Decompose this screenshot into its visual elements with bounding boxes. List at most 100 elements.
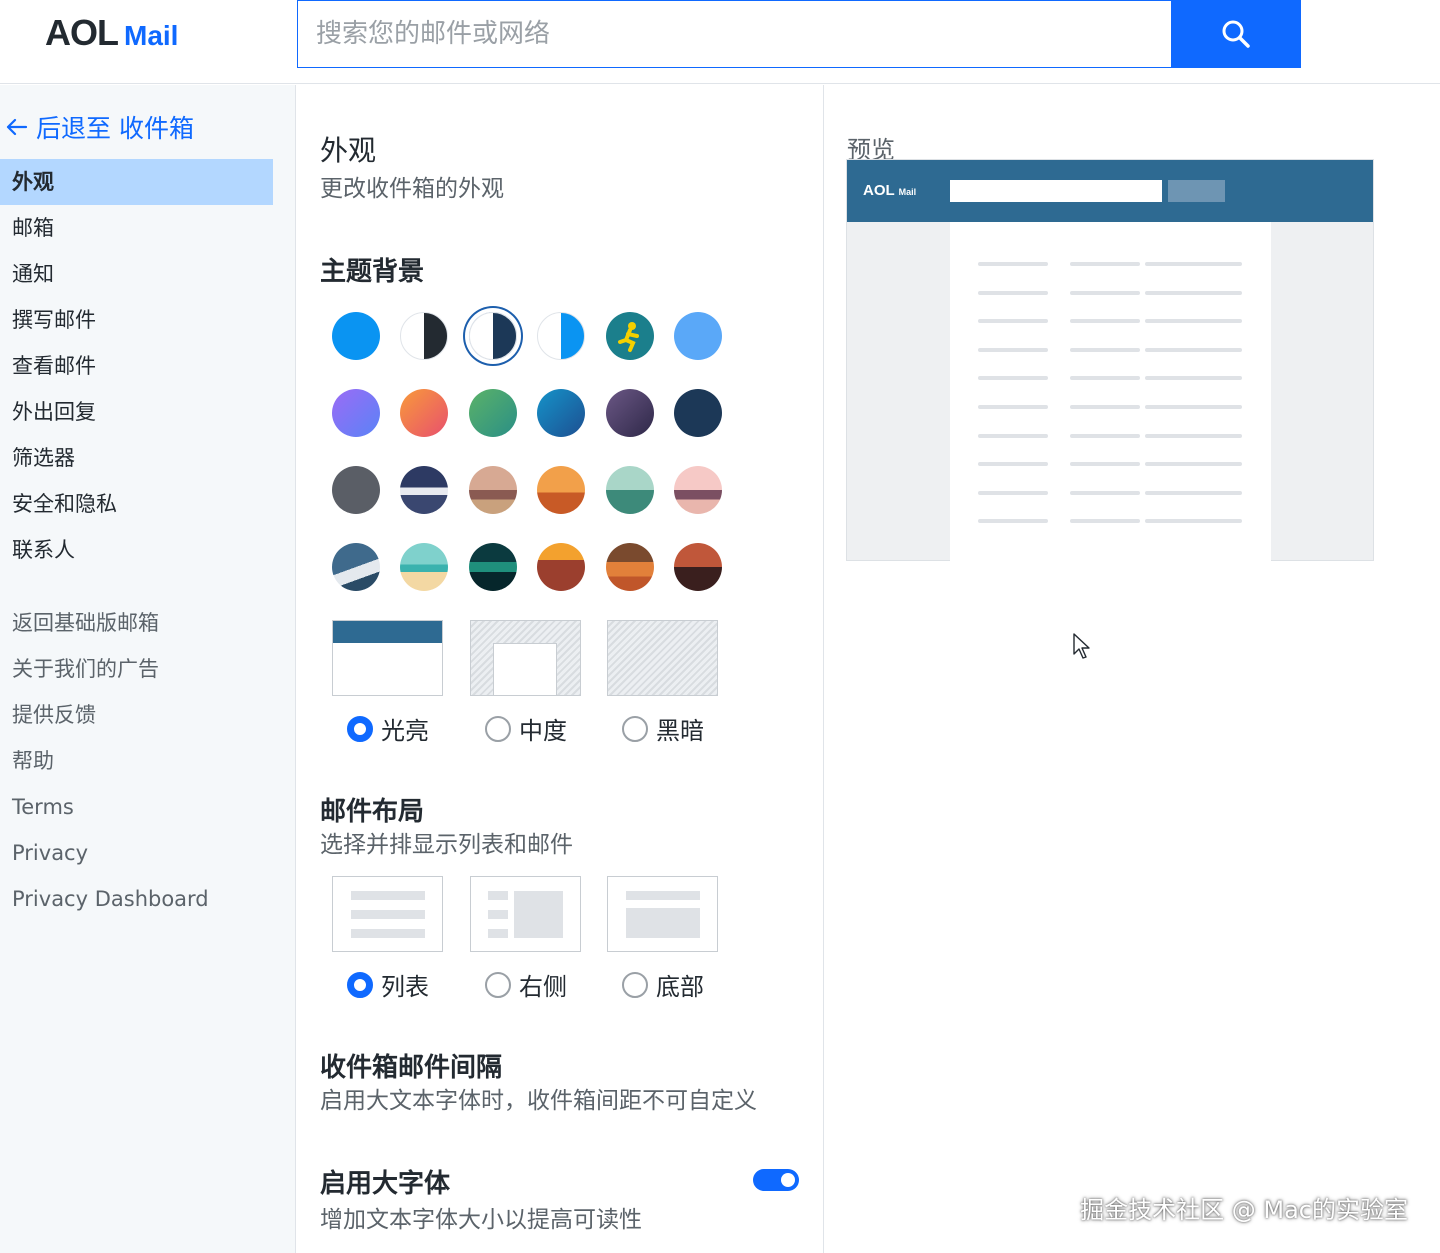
back-link-label: 后退至 收件箱 [36, 114, 194, 143]
preview-placeholder-line [978, 262, 1048, 266]
feedback-link[interactable]: 提供反馈 [0, 692, 273, 738]
layout-right-radio[interactable]: 右侧 [485, 967, 567, 1002]
theme-swatch-kangaroo[interactable] [537, 466, 585, 514]
aol-mail-logo[interactable]: AOL Mail [45, 12, 178, 54]
theme-swatch-blue[interactable] [332, 312, 380, 360]
search-button[interactable] [1171, 0, 1301, 68]
top-header: AOL Mail [0, 0, 1440, 84]
theme-swatch-cactus[interactable] [606, 543, 654, 591]
preview-placeholder-line [1145, 519, 1242, 524]
layout-right-thumbnail[interactable] [470, 876, 581, 952]
back-to-inbox-link[interactable]: 后退至 收件箱 [6, 109, 194, 145]
theme-swatch-moon-sunset[interactable] [537, 543, 585, 591]
layout-list-radio[interactable]: 列表 [347, 967, 429, 1002]
sidebar-item-notifications[interactable]: 通知 [0, 251, 273, 297]
radio-label: 中度 [519, 717, 567, 745]
theme-swatch-purple[interactable] [332, 389, 380, 437]
theme-swatch-plum[interactable] [606, 389, 654, 437]
theme-swatch-aurora[interactable] [469, 543, 517, 591]
radio-circle [622, 971, 648, 998]
radio-label: 光亮 [381, 717, 429, 745]
privacy-dashboard-link[interactable]: Privacy Dashboard [0, 876, 273, 922]
thumbnail-line [351, 929, 425, 938]
large-font-toggle[interactable] [753, 1169, 799, 1191]
preview-placeholder-line [1070, 376, 1140, 381]
terms-link[interactable]: Terms [0, 784, 273, 830]
privacy-link[interactable]: Privacy [0, 830, 273, 876]
sidebar-item-filters[interactable]: 筛选器 [0, 435, 273, 481]
running-man-icon [618, 322, 639, 352]
preview-placeholder-line [1070, 347, 1140, 352]
preview-placeholder-line [1070, 405, 1140, 409]
theme-swatch-snow-hill[interactable] [332, 543, 380, 591]
layout-subtitle: 选择并排显示列表和邮件 [320, 832, 573, 858]
appearance-settings-panel: 外观 更改收件箱的外观 主题背景 光亮 中度 黑暗 邮件布局 选择并排显示列表和… [297, 85, 824, 1253]
mode-light-radio[interactable]: 光亮 [347, 711, 429, 746]
preview-placeholder-line [1070, 290, 1140, 295]
large-font-subtitle: 增加文本字体大小以提高可读性 [320, 1207, 642, 1233]
settings-sidebar: 后退至 收件箱 外观 邮箱 通知 撰写邮件 查看邮件 外出回复 筛选器 安全和隐… [0, 85, 296, 1253]
theme-swatch-half-blue[interactable] [537, 312, 585, 360]
preview-placeholder-line [1145, 262, 1242, 266]
sidebar-item-appearance[interactable]: 外观 [0, 159, 273, 205]
theme-swatch-desert-car[interactable] [469, 466, 517, 514]
preview-placeholder-line [1070, 519, 1140, 524]
theme-swatch-half-navy[interactable] [469, 312, 517, 360]
theme-swatch-mountains[interactable] [400, 466, 448, 514]
thumbnail-line [351, 910, 425, 919]
radio-circle [347, 715, 373, 742]
theme-swatch-half-dark[interactable] [400, 312, 448, 360]
thumbnail-line [488, 910, 508, 919]
theme-swatch-light-blue[interactable] [674, 312, 722, 360]
toggle-knob [781, 1173, 795, 1187]
mode-light-thumbnail[interactable] [332, 620, 443, 696]
page-subtitle: 更改收件箱的外观 [320, 176, 504, 202]
layout-bottom-radio[interactable]: 底部 [622, 967, 704, 1002]
preview-placeholder-line [1145, 376, 1242, 381]
preview-placeholder-line [1070, 490, 1140, 495]
settings-nav: 外观 邮箱 通知 撰写邮件 查看邮件 外出回复 筛选器 安全和隐私 联系人 [0, 159, 273, 573]
layout-bottom-thumbnail[interactable] [607, 876, 718, 952]
preview-placeholder-line [1145, 347, 1242, 352]
theme-swatch-sunset[interactable] [400, 389, 448, 437]
thumbnail-panel [626, 908, 700, 938]
theme-swatch-beach[interactable] [400, 543, 448, 591]
sidebar-item-compose[interactable]: 撰写邮件 [0, 297, 273, 343]
help-link[interactable]: 帮助 [0, 738, 273, 784]
thumbnail-panel [514, 891, 563, 938]
mode-medium-thumbnail[interactable] [470, 620, 581, 696]
theme-swatch-camels[interactable] [674, 543, 722, 591]
theme-heading: 主题背景 [320, 257, 425, 287]
preview-placeholder-line [1070, 319, 1140, 324]
mode-dark-thumbnail[interactable] [607, 620, 718, 696]
mode-dark-radio[interactable]: 黑暗 [622, 711, 704, 746]
sidebar-item-mailboxes[interactable]: 邮箱 [0, 205, 273, 251]
preview-placeholder-line [978, 319, 1048, 324]
sidebar-item-view-mail[interactable]: 查看邮件 [0, 343, 273, 389]
preview-logo: AOL Mail [863, 182, 916, 199]
radio-circle [622, 715, 648, 742]
about-ads-link[interactable]: 关于我们的广告 [0, 646, 273, 692]
sidebar-item-security-privacy[interactable]: 安全和隐私 [0, 481, 273, 527]
preview-placeholder-line [978, 405, 1048, 409]
basic-mail-link[interactable]: 返回基础版邮箱 [0, 600, 273, 646]
theme-preview: AOL Mail [846, 159, 1374, 562]
theme-swatch-ocean[interactable] [537, 389, 585, 437]
theme-swatch-birds[interactable] [674, 466, 722, 514]
thumbnail-bar [333, 621, 442, 643]
theme-swatch-gray[interactable] [332, 466, 380, 514]
sidebar-item-contacts[interactable]: 联系人 [0, 527, 273, 573]
preview-placeholder-line [978, 376, 1048, 381]
mode-medium-radio[interactable]: 中度 [485, 711, 567, 746]
theme-swatch-green[interactable] [469, 389, 517, 437]
preview-placeholder-line [1070, 433, 1140, 438]
theme-swatch-navy[interactable] [674, 389, 722, 437]
sidebar-item-auto-reply[interactable]: 外出回复 [0, 389, 273, 435]
thumbnail-line [351, 891, 425, 900]
preview-placeholder-line [1145, 433, 1242, 438]
search-input[interactable] [298, 1, 1171, 67]
theme-swatch-lighthouse[interactable] [606, 466, 654, 514]
layout-list-thumbnail[interactable] [332, 876, 443, 952]
preview-placeholder-line [978, 490, 1048, 495]
theme-swatch-aim[interactable] [606, 312, 654, 360]
